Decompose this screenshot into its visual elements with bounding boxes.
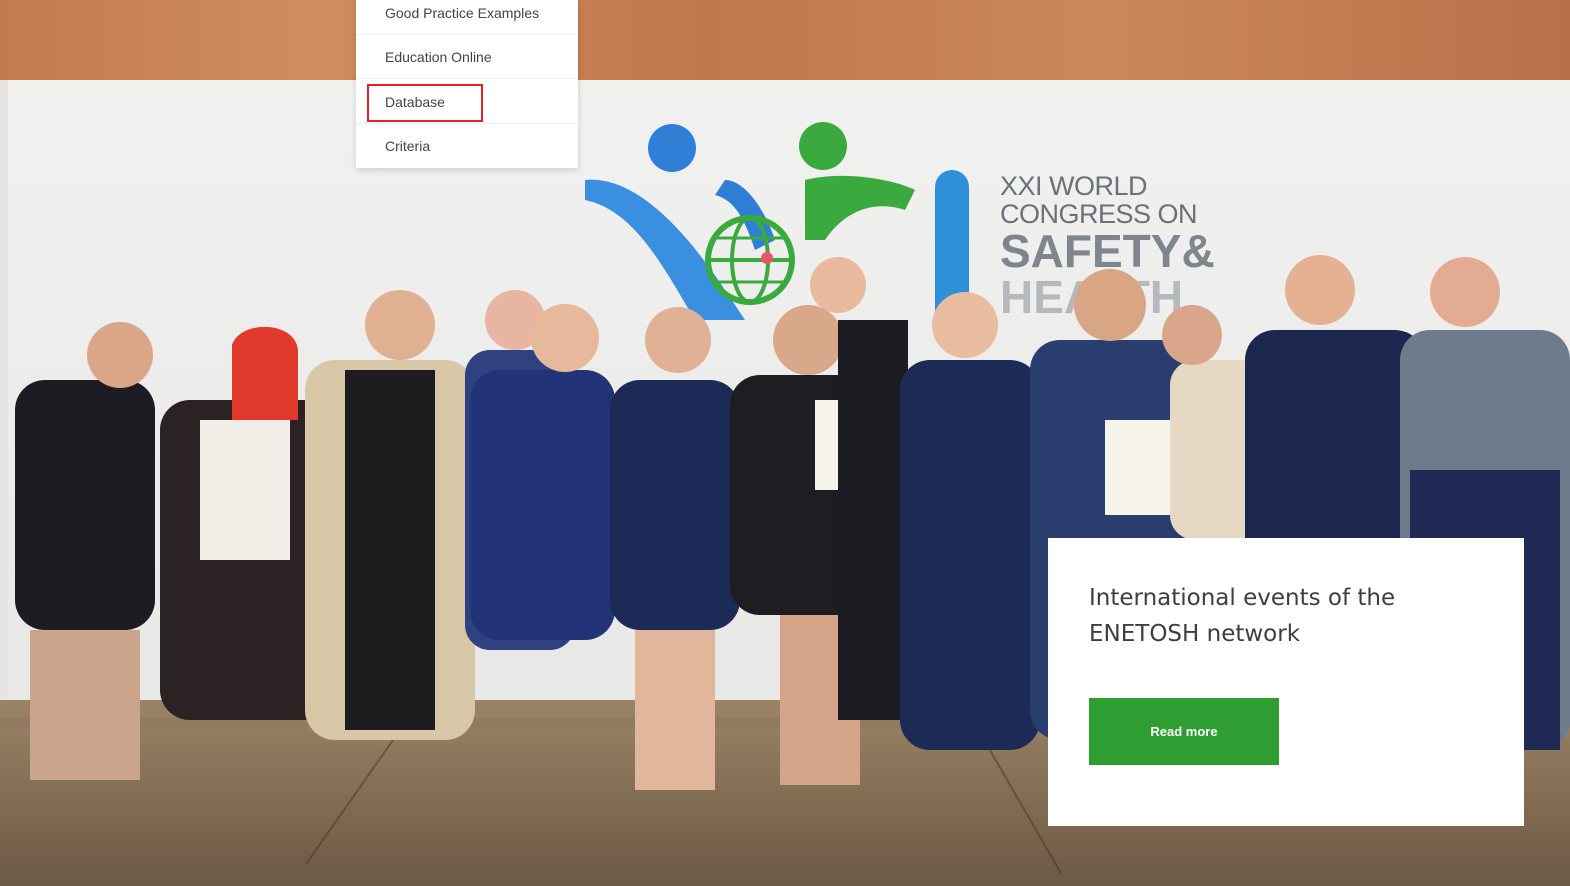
person xyxy=(15,322,155,780)
menu-item-education-online[interactable]: Education Online xyxy=(356,35,578,79)
person xyxy=(900,292,1040,750)
read-more-button[interactable]: Read more xyxy=(1089,698,1279,765)
person xyxy=(610,307,740,790)
events-card: International events of the ENETOSH netw… xyxy=(1048,538,1524,826)
menu-item-good-practice-examples[interactable]: Good Practice Examples xyxy=(356,0,578,35)
database-highlight-box xyxy=(367,84,483,122)
person xyxy=(305,290,475,740)
card-title: International events of the ENETOSH netw… xyxy=(1089,585,1396,647)
menu-item-criteria[interactable]: Criteria xyxy=(356,124,578,168)
